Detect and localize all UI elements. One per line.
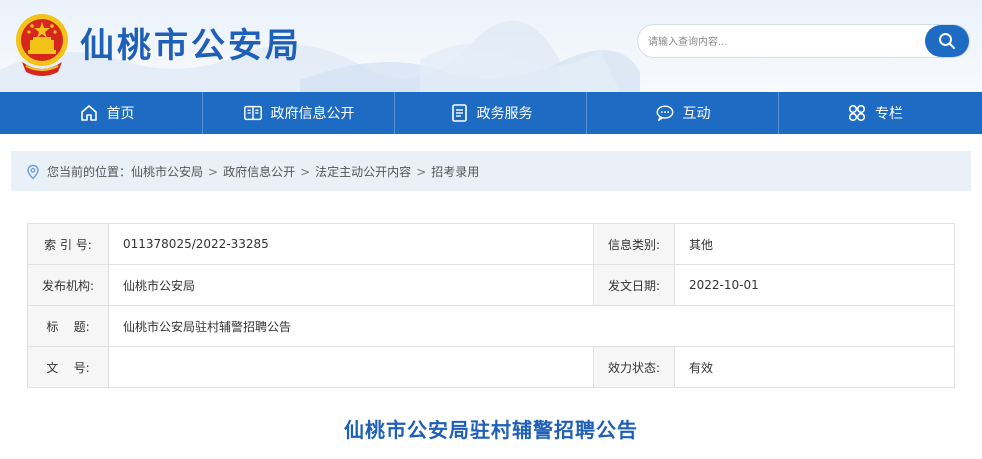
nav-item-label: 政务服务	[476, 106, 533, 122]
search-input[interactable]	[648, 31, 918, 53]
breadcrumb: 您当前的位置： 仙桃市公安局 > 政府信息公开 > 法定主动公开内容 > 招考录…	[25, 163, 479, 180]
search-box	[637, 24, 970, 58]
nav-item-gov-info[interactable]: 政府信息公开	[203, 92, 395, 134]
book-icon	[243, 103, 263, 123]
date-label: 发文日期:	[593, 264, 675, 306]
breadcrumb-item-recruitment[interactable]: 招考录用	[431, 163, 479, 180]
title-value: 仙桃市公安局驻村辅警招聘公告	[108, 305, 955, 347]
breadcrumb-separator: >	[208, 164, 219, 179]
table-row: 发布机构: 仙桃市公安局 发文日期: 2022-10-01	[27, 264, 955, 306]
nav-item-label: 专栏	[875, 106, 903, 122]
category-label: 信息类别:	[593, 223, 675, 265]
article-title: 仙桃市公安局驻村辅警招聘公告	[344, 418, 638, 442]
nav-item-services[interactable]: 政务服务	[395, 92, 587, 134]
breadcrumb-item-statutory[interactable]: 法定主动公开内容	[315, 163, 411, 180]
doc-no-label: 文 号:	[27, 346, 109, 388]
nav-item-label: 政府信息公开	[270, 106, 355, 122]
category-value: 其他	[674, 223, 955, 265]
breadcrumb-prefix: 您当前的位置：	[47, 165, 132, 179]
nav-item-interaction[interactable]: 互动	[587, 92, 779, 134]
location-pin-icon	[27, 164, 39, 179]
nav-item-home[interactable]: 首页	[11, 92, 203, 134]
site-header: 仙桃市公安局	[0, 0, 982, 92]
document-meta-table: 索 引 号: 011378025/2022-33285 信息类别: 其他 发布机…	[27, 223, 955, 388]
index-label: 索 引 号:	[27, 223, 109, 265]
table-row: 文 号: 效力状态: 有效	[27, 346, 955, 388]
publisher-value: 仙桃市公安局	[108, 264, 594, 306]
publisher-label: 发布机构:	[27, 264, 109, 306]
status-label: 效力状态:	[593, 346, 675, 388]
search-button[interactable]	[925, 25, 969, 57]
nav-item-label: 首页	[106, 106, 135, 122]
doc-no-value	[108, 346, 594, 388]
search-icon	[939, 33, 955, 49]
nav-item-columns[interactable]: 专栏	[779, 92, 971, 134]
document-icon	[449, 103, 469, 123]
national-emblem-icon	[16, 14, 68, 76]
table-row: 标 题: 仙桃市公安局驻村辅警招聘公告	[27, 305, 955, 347]
site-title[interactable]: 仙桃市公安局	[80, 18, 302, 67]
breadcrumb-bar: 您当前的位置： 仙桃市公安局 > 政府信息公开 > 法定主动公开内容 > 招考录…	[11, 151, 971, 191]
breadcrumb-item-gov-info[interactable]: 政府信息公开	[223, 163, 295, 180]
home-icon	[79, 103, 99, 123]
breadcrumb-separator: >	[300, 164, 311, 179]
date-value: 2022-10-01	[674, 264, 955, 306]
nav-item-label: 互动	[682, 106, 711, 122]
grid-icon	[847, 103, 867, 123]
index-value: 011378025/2022-33285	[108, 223, 594, 265]
title-label: 标 题:	[27, 305, 109, 347]
chat-icon	[655, 103, 675, 123]
main-nav: 首页 政府信息公开 政务服务 互动 专栏	[0, 92, 982, 134]
status-value: 有效	[674, 346, 955, 388]
table-row: 索 引 号: 011378025/2022-33285 信息类别: 其他	[27, 223, 955, 265]
breadcrumb-item-home[interactable]: 仙桃市公安局	[131, 163, 203, 180]
breadcrumb-separator: >	[416, 164, 427, 179]
